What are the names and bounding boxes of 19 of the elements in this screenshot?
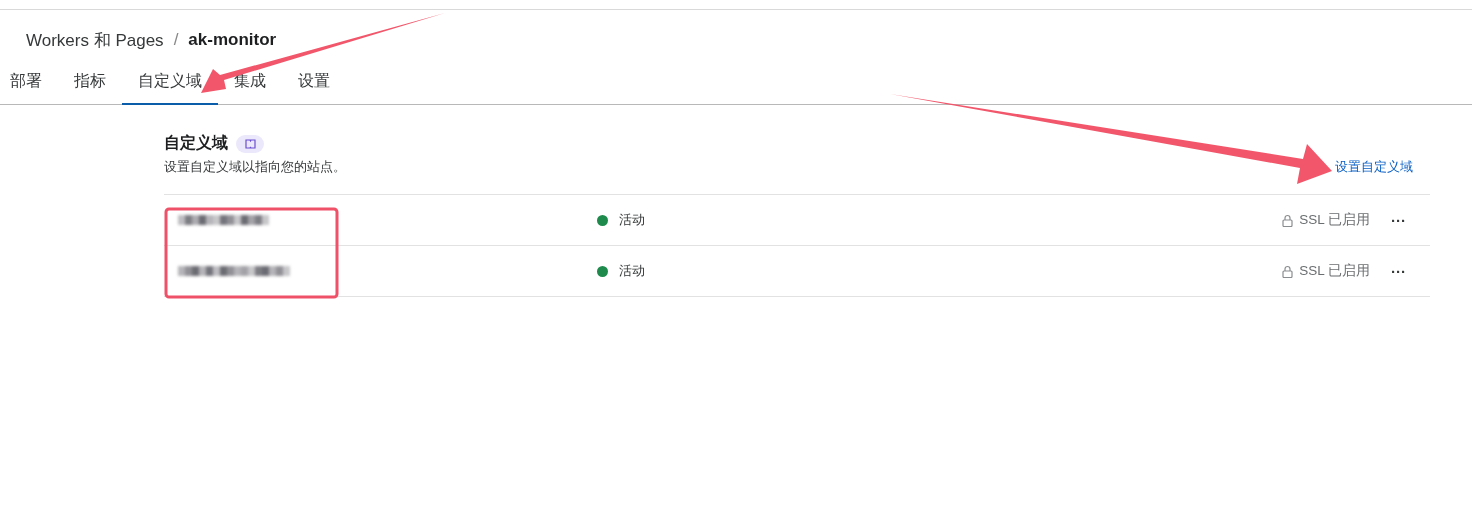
breadcrumb-separator: /: [173, 30, 179, 50]
status-text: 活动: [619, 211, 645, 229]
status-text: 活动: [619, 262, 645, 280]
tab[interactable]: 指标: [58, 63, 122, 105]
lock-icon: [1282, 264, 1294, 278]
section-description: 设置自定义域以指向您的站点。: [164, 159, 346, 176]
more-menu-button[interactable]: ···: [1391, 262, 1406, 280]
lock-icon: [1282, 213, 1294, 227]
book-icon: [244, 138, 256, 149]
breadcrumb-link[interactable]: Workers 和 Pages: [26, 28, 164, 52]
ssl-status: SSL 已启用: [1299, 211, 1370, 229]
docs-badge[interactable]: [236, 134, 264, 153]
ssl-status: SSL 已启用: [1299, 262, 1370, 280]
tab[interactable]: 设置: [282, 63, 346, 105]
tab[interactable]: 部署: [0, 63, 58, 105]
section-title: 自定义域: [164, 133, 228, 153]
breadcrumb-current: ak-monitor: [188, 30, 277, 50]
more-menu-button[interactable]: ···: [1391, 211, 1406, 229]
set-custom-domain-link[interactable]: 设置自定义域: [1335, 159, 1413, 176]
